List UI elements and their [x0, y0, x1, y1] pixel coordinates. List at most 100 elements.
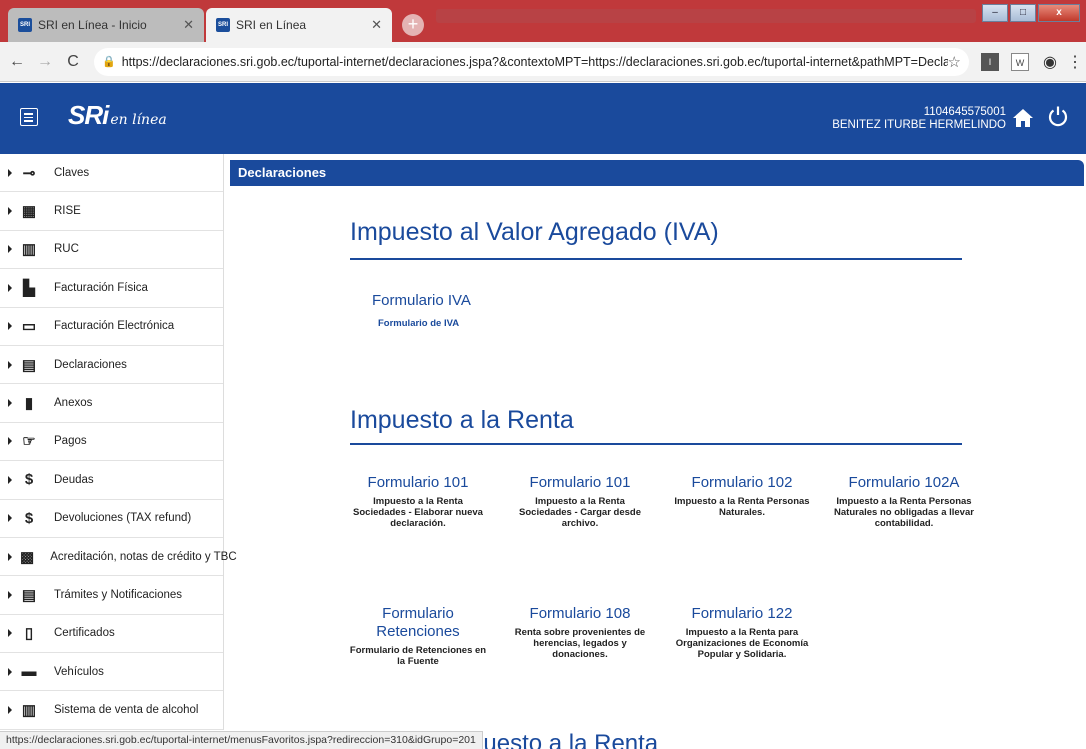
- new-tab-button[interactable]: +: [402, 14, 424, 36]
- sidebar-item-declaraciones[interactable]: ▤ Declaraciones: [0, 346, 223, 385]
- form-card-title[interactable]: Formulario 101: [510, 474, 650, 492]
- hand-icon: ☞: [22, 433, 36, 451]
- caret-right-icon: [8, 437, 12, 446]
- browser-menu-icon[interactable]: ⋮: [1067, 52, 1083, 72]
- browser-toolbar: ← → C 🔒 https://declaraciones.sri.gob.ec…: [0, 42, 1086, 82]
- hamburger-menu-icon[interactable]: [20, 108, 38, 126]
- address-bar[interactable]: 🔒 https://declaraciones.sri.gob.ec/tupor…: [94, 47, 969, 76]
- sidebar-item-label: Vehículos: [54, 665, 104, 678]
- formulario-iva-link[interactable]: Formulario IVA: [372, 292, 471, 309]
- caret-right-icon: [8, 322, 12, 331]
- form-card-desc[interactable]: Impuesto a la Renta para Organizaciones …: [672, 627, 812, 660]
- form-card-title[interactable]: Formulario Retenciones: [348, 605, 488, 641]
- sidebar-item-acreditación[interactable]: ▩ Acreditación, notas de crédito y TBC: [0, 538, 237, 577]
- tab-title: SRI en Línea: [236, 18, 307, 32]
- logo-main-text: SRi: [68, 100, 109, 130]
- form-card[interactable]: Formulario 108 Renta sobre provenientes d…: [510, 605, 650, 660]
- sidebar-item-anexos[interactable]: ▮ Anexos: [0, 384, 223, 423]
- sri-favicon-icon: SRI: [18, 18, 32, 32]
- maximize-button[interactable]: □: [1010, 4, 1036, 22]
- sidebar-item-sistema[interactable]: ▥ Sistema de venta de alcohol: [0, 691, 223, 730]
- form-card-desc[interactable]: Renta sobre provenientes de herencias, l…: [510, 627, 650, 660]
- extension-word-icon[interactable]: W: [1011, 52, 1029, 71]
- sidebar-item-claves[interactable]: ⊸ Claves: [0, 154, 223, 193]
- address-url[interactable]: https://declaraciones.sri.gob.ec/tuporta…: [122, 55, 948, 69]
- sidebar-item-label: Claves: [54, 166, 90, 179]
- sidebar-item-devoluciones[interactable]: $ Devoluciones (TAX refund): [0, 500, 223, 538]
- caret-right-icon: [8, 475, 12, 484]
- extension-icon[interactable]: I: [981, 52, 999, 71]
- form-card[interactable]: Formulario 102A Impuesto a la Renta Perso…: [834, 474, 974, 529]
- caret-right-icon: [8, 360, 12, 369]
- form-card[interactable]: Formulario Retenciones Formulario de Rete…: [348, 605, 488, 667]
- power-icon[interactable]: [1047, 105, 1069, 127]
- form-card-desc[interactable]: Impuesto a la Renta Sociedades - Cargar …: [510, 496, 650, 529]
- form-card-desc[interactable]: Impuesto a la Renta Personas Naturales.: [672, 496, 812, 518]
- home-icon[interactable]: [1012, 107, 1034, 129]
- sidebar-item-label: RISE: [54, 205, 81, 218]
- logo-sub-text: en línea: [110, 112, 167, 128]
- close-tab-icon[interactable]: ✕: [177, 17, 194, 33]
- file-icon: ▮: [24, 395, 34, 413]
- sidebar-item-deudas[interactable]: $ Deudas: [0, 461, 223, 500]
- form-card-desc[interactable]: Impuesto a la Renta Personas Naturales n…: [834, 496, 974, 529]
- status-bar-url: https://declaraciones.sri.gob.ec/tuporta…: [0, 731, 483, 749]
- sidebar-item-pagos[interactable]: ☞ Pagos: [0, 423, 223, 462]
- account-icon[interactable]: ◉: [1043, 52, 1057, 72]
- form-card-title[interactable]: Formulario 108: [510, 605, 650, 623]
- sidebar-menu: ⊸ Claves ▦ RISE ▥ RUC ▙ Facturación Física ▭ Fact…: [0, 154, 237, 730]
- sidebar-item-certificados[interactable]: ▯ Certificados: [0, 615, 223, 654]
- user-name: BENITEZ ITURBE HERMELINDO: [832, 119, 1006, 131]
- sidebar-item-label: Pagos: [54, 435, 87, 448]
- browser-tab-strip: SRI SRI en Línea - Inicio ✕ SRI SRI en L…: [0, 0, 1086, 42]
- window-controls: – □ x: [982, 4, 1080, 22]
- caret-right-icon: [8, 590, 12, 599]
- form-card[interactable]: Formulario 101 Impuesto a la Renta Socied…: [348, 474, 488, 529]
- browser-tab-inicio[interactable]: SRI SRI en Línea - Inicio ✕: [8, 8, 204, 42]
- car-icon: ▬: [21, 663, 37, 681]
- key-icon: ⊸: [22, 164, 36, 182]
- close-window-button[interactable]: x: [1038, 4, 1080, 22]
- back-icon[interactable]: ←: [6, 53, 28, 71]
- browser-tab-active[interactable]: SRI SRI en Línea ✕: [206, 8, 392, 42]
- form-card[interactable]: Formulario 122 Impuesto a la Renta para O…: [672, 605, 812, 660]
- form-card-title[interactable]: Formulario 102A: [834, 474, 974, 492]
- formulario-iva-desc[interactable]: Formulario de IVA: [378, 318, 459, 329]
- form-card-title[interactable]: Formulario 122: [672, 605, 812, 623]
- sidebar-item-label: Trámites y Notificaciones: [54, 588, 183, 601]
- form-card-title[interactable]: Formulario 101: [348, 474, 488, 492]
- app-header: SRi en línea 1104645575001 BENITEZ ITURBE…: [0, 83, 1086, 154]
- tab-title: SRI en Línea - Inicio: [38, 18, 147, 32]
- iva-heading: Impuesto al Valor Agregado (IVA): [350, 218, 719, 246]
- laptop-icon: ▭: [21, 318, 37, 336]
- form-card-title[interactable]: Formulario 102: [672, 474, 812, 492]
- clipboard-icon: ▤: [21, 586, 37, 604]
- forward-icon[interactable]: →: [34, 53, 56, 71]
- renta-divider: [350, 443, 962, 445]
- document-icon: ▤: [21, 356, 37, 374]
- sidebar-item-trámites[interactable]: ▤ Trámites y Notificaciones: [0, 576, 223, 615]
- dollar-icon: $: [24, 471, 34, 489]
- sidebar-item-label: Declaraciones: [54, 358, 127, 371]
- renta-heading: Impuesto a la Renta: [350, 406, 574, 434]
- bookmark-star-icon[interactable]: ☆: [948, 53, 961, 71]
- sidebar-item-vehículos[interactable]: ▬ Vehículos: [0, 653, 223, 692]
- sidebar-item-facturación[interactable]: ▭ Facturación Electrónica: [0, 308, 223, 346]
- sidebar-item-facturación[interactable]: ▙ Facturación Física: [0, 269, 223, 308]
- form-card[interactable]: Formulario 102 Impuesto a la Renta Person…: [672, 474, 812, 518]
- sri-favicon-icon: SRI: [216, 18, 230, 32]
- sidebar-item-ruc[interactable]: ▥ RUC: [0, 231, 223, 270]
- sri-logo[interactable]: SRi en línea: [68, 100, 167, 131]
- sidebar-item-label: Deudas: [54, 473, 94, 486]
- sidebar-item-rise[interactable]: ▦ RISE: [0, 192, 223, 231]
- minimize-button[interactable]: –: [982, 4, 1008, 22]
- reload-icon[interactable]: C: [62, 53, 84, 71]
- iva-divider: [350, 258, 962, 260]
- close-tab-icon[interactable]: ✕: [365, 17, 382, 33]
- form-card-desc[interactable]: Impuesto a la Renta Sociedades - Elabora…: [348, 496, 488, 529]
- form-card[interactable]: Formulario 101 Impuesto a la Renta Socied…: [510, 474, 650, 529]
- form-card-desc[interactable]: Formulario de Retenciones en la Fuente: [348, 645, 488, 667]
- caret-right-icon: [8, 552, 12, 561]
- section-title-bar: Declaraciones: [230, 160, 1084, 186]
- register-icon: ▙: [23, 279, 35, 297]
